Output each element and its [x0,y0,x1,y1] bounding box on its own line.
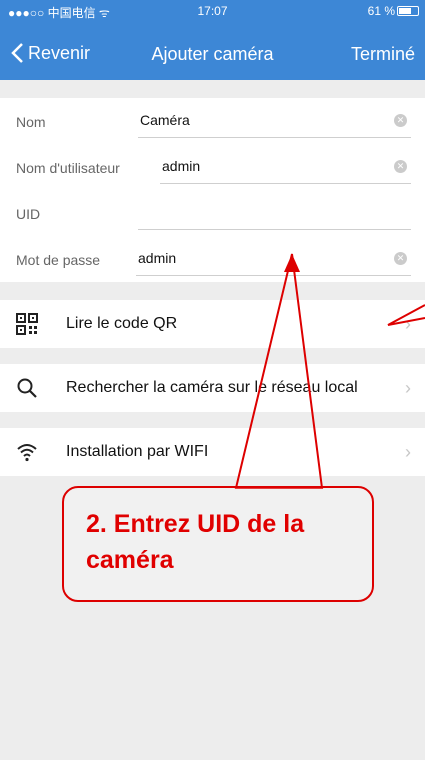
chevron-right-icon: › [405,314,411,334]
uid-input[interactable] [140,204,390,220]
menu-item-wifi[interactable]: Installation par WIFI › [0,428,425,476]
name-input[interactable] [140,112,370,128]
name-row: Nom ✕ [0,98,425,144]
app-header: ●●●○○ 中国电信 ᯤ 17:07 61 % Revenir Ajouter … [0,0,425,80]
name-underline [138,137,411,138]
menu-label-search: Rechercher la caméra sur le réseau local [66,379,358,396]
annotation-text: 2. Entrez UID de la caméra [86,510,305,574]
user-underline [160,183,411,184]
battery-percent: 61 % [367,4,395,18]
password-row: Mot de passe ✕ [0,236,425,282]
clear-icon[interactable]: ✕ [394,252,407,265]
password-underline [136,275,411,276]
chevron-right-icon: › [405,378,411,398]
uid-underline [138,229,411,230]
menu-item-search[interactable]: Rechercher la caméra sur le réseau local… [0,364,425,412]
chevron-right-icon: › [405,442,411,462]
password-label: Mot de passe [16,252,101,268]
clear-icon[interactable]: ✕ [394,160,407,173]
status-bar: ●●●○○ 中国电信 ᯤ 17:07 61 % [0,0,425,22]
qr-code-icon [16,313,38,335]
done-button[interactable]: Terminé [351,44,415,65]
uid-row: UID [0,190,425,236]
annotation-callout: 2. Entrez UID de la caméra [62,486,374,602]
password-input[interactable] [138,250,368,266]
camera-form: Nom ✕ Nom d'utilisateur ✕ UID Mot de pas… [0,98,425,282]
menu-label-qr: Lire le code QR [66,315,178,332]
user-input[interactable] [162,158,372,174]
battery-icon [397,6,419,16]
user-row: Nom d'utilisateur ✕ [0,144,425,190]
status-time: 17:07 [197,4,228,18]
name-label: Nom [16,114,46,130]
menu-label-wifi: Installation par WIFI [66,443,209,460]
menu-item-qr[interactable]: Lire le code QR › [0,300,425,348]
uid-label: UID [16,206,41,222]
wifi-icon [17,444,37,462]
search-icon [17,378,37,398]
user-label: Nom d'utilisateur [16,160,120,176]
nav-bar: Revenir Ajouter caméra Terminé [0,38,425,78]
clear-icon[interactable]: ✕ [394,114,407,127]
